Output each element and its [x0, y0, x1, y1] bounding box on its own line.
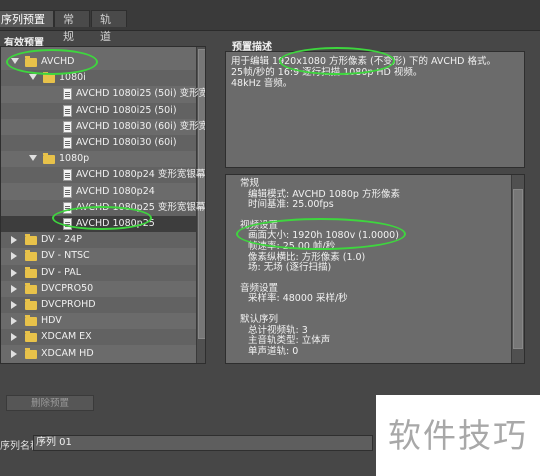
- folder-icon: [25, 266, 37, 278]
- tree-item-label: DVCPROHD: [41, 299, 96, 310]
- tree-preset[interactable]: AVCHD 1080p24: [1, 184, 196, 200]
- audio-line: 采样率: 48000 采样/秒: [248, 293, 348, 305]
- expand-right-icon[interactable]: [11, 317, 17, 326]
- preset-description: 用于编辑 1920x1080 方形像素 (不变形) 下的 AVCHD 格式。 2…: [225, 51, 525, 168]
- expand-down-icon[interactable]: [29, 155, 37, 162]
- tree-item-label: AVCHD 1080i30 (60i) 变形宽: [76, 120, 206, 132]
- tree-preset[interactable]: AVCHD 1080p25: [1, 216, 196, 232]
- tab-general[interactable]: 常规: [54, 10, 90, 43]
- folder-icon: [25, 331, 37, 343]
- sequence-name-input[interactable]: 序列 01: [33, 435, 373, 451]
- tree-item-label: AVCHD: [41, 56, 75, 67]
- folder-icon: [25, 234, 37, 246]
- tree-folder[interactable]: XDCAM HD: [1, 346, 196, 362]
- tree-item-label: DV - 24P: [41, 234, 82, 246]
- tree-item-label: XDCAM EX: [41, 331, 92, 343]
- tree-item-label: AVCHD 1080i25 (50i) 变形宽: [76, 88, 206, 100]
- folder-icon: [25, 347, 37, 359]
- tree-folder[interactable]: AVCHD: [1, 54, 196, 70]
- tree-folder[interactable]: DV - PAL: [1, 264, 196, 281]
- folder-icon: [25, 299, 37, 310]
- delete-preset-button[interactable]: 删除预置: [6, 395, 94, 411]
- tree-folder[interactable]: 1080i: [1, 70, 196, 87]
- tree-preset[interactable]: AVCHD 1080i30 (60i) 变形宽: [1, 119, 205, 135]
- preset-file-icon: [63, 88, 72, 101]
- tree-item-label: AVCHD 1080p24 变形宽银幕: [76, 169, 206, 181]
- tree-item-label: AVCHD 1080p24: [76, 185, 155, 197]
- tree-item-label: XDCAM HD: [41, 347, 94, 359]
- details-scrollbar-thumb[interactable]: [513, 189, 523, 349]
- tree-folder[interactable]: XDCAM EX: [1, 329, 196, 346]
- folder-icon: [25, 315, 37, 327]
- tree-item-label: AVCHD 1080i30 (60i): [76, 137, 177, 148]
- tree-folder[interactable]: DV - NTSC: [1, 248, 196, 264]
- tree-item-label: DV - PAL: [41, 266, 82, 278]
- tree-item-label: AVCHD 1080p25 变形宽银幕: [76, 201, 206, 213]
- preset-file-icon: [63, 218, 72, 230]
- tab-sequence-presets[interactable]: 序列预置: [0, 10, 54, 27]
- description-line: 25帧/秒的 16:9 逐行扫描 1080p HD 视频。: [231, 67, 423, 78]
- tree-folder[interactable]: DV - 24P: [1, 232, 196, 249]
- tree-preset[interactable]: AVCHD 1080p25 变形宽银幕: [1, 199, 205, 216]
- expand-right-icon[interactable]: [11, 268, 17, 277]
- expand-down-icon[interactable]: [11, 58, 19, 64]
- tree-item-label: DV - NTSC: [41, 250, 90, 262]
- tab-bar: 序列预置 常规 轨道: [0, 0, 540, 43]
- details-scrollbar[interactable]: [511, 175, 524, 363]
- tree-item-label: 1080i: [59, 72, 86, 84]
- folder-icon: [25, 282, 37, 294]
- expand-right-icon[interactable]: [11, 301, 17, 309]
- expand-right-icon[interactable]: [11, 252, 17, 261]
- video-line: 场: 无场 (逐行扫描): [248, 262, 332, 274]
- preset-details: 常规 编辑模式: AVCHD 1080p 方形像素 时间基准: 25.00fps…: [225, 174, 525, 364]
- tab-tracks[interactable]: 轨道: [91, 10, 127, 43]
- tree-folder[interactable]: HDV: [1, 313, 196, 329]
- folder-icon: [25, 250, 37, 262]
- tree-preset[interactable]: AVCHD 1080i25 (50i): [1, 102, 196, 119]
- sequence-heading: 默认序列: [240, 313, 279, 325]
- tree-folder[interactable]: DVCPROHD: [1, 297, 196, 313]
- preset-tree[interactable]: AVCHD 1080i AVCHD 1080i25 (50i) 变形宽 AVCHD 1…: [0, 46, 206, 364]
- folder-icon: [43, 153, 55, 165]
- preset-file-icon: [63, 104, 72, 117]
- watermark: 软件技巧: [376, 395, 540, 476]
- expand-down-icon[interactable]: [29, 74, 37, 81]
- expand-right-icon[interactable]: [11, 349, 17, 358]
- tree-item-label: HDV: [41, 315, 62, 327]
- folder-icon: [43, 72, 55, 84]
- tree-item-label: AVCHD 1080p25: [76, 218, 155, 229]
- tree-item-label: AVCHD 1080i25 (50i): [76, 104, 177, 116]
- tree-preset[interactable]: AVCHD 1080i30 (60i): [1, 135, 196, 151]
- preset-file-icon: [63, 137, 72, 149]
- preset-file-icon: [63, 120, 72, 133]
- preset-file-icon: [63, 185, 72, 198]
- expand-right-icon[interactable]: [11, 284, 17, 293]
- description-line: 48kHz 音频。: [231, 78, 293, 89]
- general-line: 时间基准: 25.00fps: [248, 199, 334, 211]
- general-heading: 常规: [240, 178, 260, 189]
- video-line: 帧速率: 25.00 帧/秒: [248, 240, 336, 252]
- preset-file-icon: [63, 169, 72, 182]
- description-line: 用于编辑 1920x1080 方形像素 (不变形) 下的 AVCHD 格式。: [231, 56, 496, 67]
- folder-icon: [25, 56, 37, 67]
- sequence-line: 单声道轨: 0: [248, 345, 299, 357]
- tree-preset[interactable]: AVCHD 1080p24 变形宽银幕: [1, 167, 205, 184]
- tree-item-label: DVCPRO50: [41, 282, 94, 294]
- tree-item-label: 1080p: [59, 153, 90, 165]
- tree-preset[interactable]: AVCHD 1080i25 (50i) 变形宽: [1, 86, 205, 102]
- preset-file-icon: [63, 201, 72, 214]
- expand-right-icon[interactable]: [11, 333, 17, 342]
- tree-folder[interactable]: 1080p: [1, 151, 196, 167]
- tree-folder[interactable]: DVCPRO50: [1, 281, 196, 297]
- expand-right-icon[interactable]: [11, 236, 17, 245]
